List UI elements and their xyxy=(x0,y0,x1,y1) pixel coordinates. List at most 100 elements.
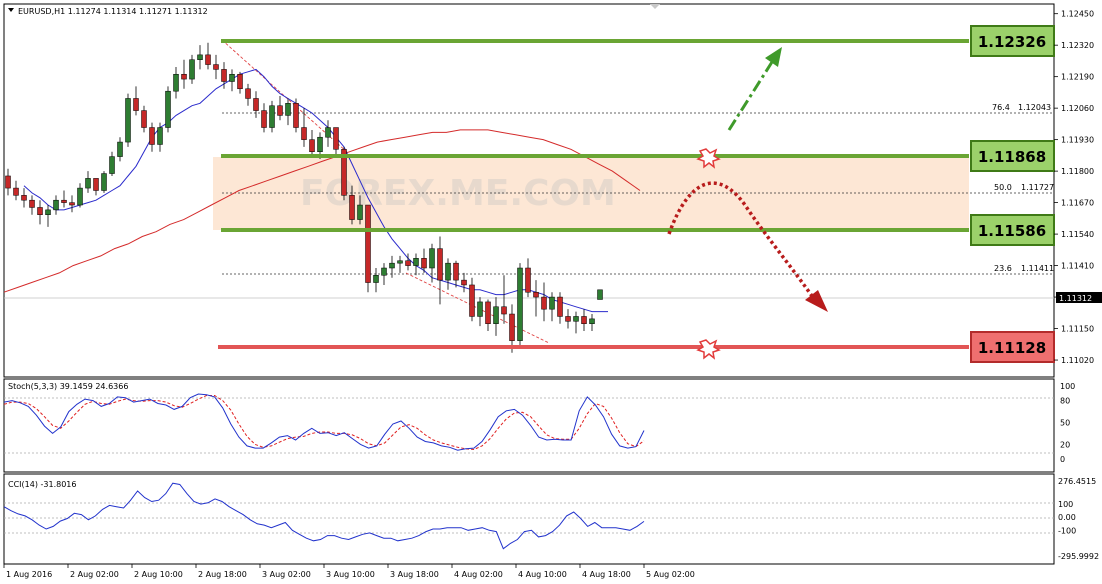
cci-tick-label: 100 xyxy=(1058,500,1073,509)
candle-body xyxy=(213,64,219,70)
price-tick-label: 1.11800 xyxy=(1061,167,1094,176)
time-tick-label: 4 Aug 02:00 xyxy=(454,570,503,579)
fib-76-price: 1.12043 xyxy=(1018,103,1051,112)
cci-tick-label: -295.9992 xyxy=(1058,552,1099,561)
candle-body xyxy=(77,187,83,206)
candle-body xyxy=(285,103,291,116)
candle-body xyxy=(461,279,467,286)
candle-body xyxy=(405,260,411,266)
time-tick-label: 3 Aug 18:00 xyxy=(390,570,439,579)
candle-body xyxy=(349,195,355,220)
candle-body xyxy=(101,173,107,191)
price-tick-label: 1.11930 xyxy=(1061,136,1094,145)
candle-body xyxy=(229,73,235,82)
time-tick-label: 4 Aug 18:00 xyxy=(582,570,631,579)
candle-body xyxy=(541,296,547,310)
price-tick-label: 1.12190 xyxy=(1061,73,1094,82)
candle-body xyxy=(37,207,43,215)
candle-body xyxy=(61,199,67,203)
candle-body xyxy=(133,98,139,111)
candle-body xyxy=(149,127,155,145)
candle-body xyxy=(317,136,323,152)
candle-body xyxy=(205,54,211,65)
price-tick-label: 1.11020 xyxy=(1061,356,1094,365)
stoch-tick-label: 100 xyxy=(1060,382,1075,391)
candle-body xyxy=(253,98,259,111)
candle-body xyxy=(469,284,475,317)
candle-body xyxy=(557,296,563,317)
candle-body xyxy=(381,267,387,276)
candle-body xyxy=(181,73,187,80)
candle-body xyxy=(189,59,195,80)
price-tick-label: 1.12320 xyxy=(1061,41,1094,50)
candle-body xyxy=(21,195,27,201)
candle-body xyxy=(197,54,203,60)
candle-body xyxy=(477,301,483,317)
price-tick-label: 1.11670 xyxy=(1061,199,1094,208)
candle-body xyxy=(509,313,515,341)
candle-body xyxy=(5,175,11,189)
stoch-tick-label: 20 xyxy=(1060,440,1070,449)
candle-body xyxy=(269,105,275,128)
candle-body xyxy=(117,141,123,157)
candle-body xyxy=(261,110,267,128)
candle-body xyxy=(589,318,595,324)
candle-body xyxy=(309,139,315,152)
candle-body xyxy=(421,258,427,269)
candle-body xyxy=(597,289,603,300)
candle-body xyxy=(165,90,171,128)
time-tick-label: 3 Aug 02:00 xyxy=(262,570,311,579)
candle-body xyxy=(437,248,443,281)
fib-23-price: 1.11411 xyxy=(1021,264,1054,273)
candle-body xyxy=(581,316,587,324)
candle-body xyxy=(173,73,179,92)
candle-body xyxy=(501,306,507,315)
candle-body xyxy=(69,202,75,206)
level-1-value: 1.12326 xyxy=(978,33,1046,51)
trading-chart: FOREX.ME.COM 76.4 1.12043 50.0 1.11727 2… xyxy=(3,3,1102,579)
current-price-value: 1.11312 xyxy=(1059,294,1092,303)
main-header: EURUSD,H1 1.11274 1.11314 1.11271 1.1131… xyxy=(18,7,208,16)
candle-body xyxy=(157,127,163,145)
candle-body xyxy=(141,110,147,128)
cci-axis: 276.4515 100 0.00 -100 -295.9992 xyxy=(1058,477,1099,561)
level-3-value: 1.11586 xyxy=(978,222,1046,240)
price-axis: 1.12450 1.12320 1.12190 1.12060 1.11930 1.118… xyxy=(1054,10,1094,365)
candle-body xyxy=(237,73,243,90)
price-tick-label: 1.11150 xyxy=(1061,325,1094,334)
time-tick-label: 3 Aug 10:00 xyxy=(326,570,375,579)
candle-body xyxy=(357,204,363,220)
candle-body xyxy=(573,316,579,322)
candle-body xyxy=(445,262,451,281)
candle-body xyxy=(293,103,299,128)
fib-76-label: 76.4 xyxy=(992,103,1010,112)
candle-body xyxy=(53,199,59,211)
candle-body xyxy=(333,127,339,150)
candle-body xyxy=(493,306,499,324)
time-tick-label: 5 Aug 02:00 xyxy=(646,570,695,579)
candle-body xyxy=(485,301,491,324)
time-tick-label: 2 Aug 02:00 xyxy=(70,570,119,579)
cci-header: CCI(14) -31.8016 xyxy=(8,480,76,489)
candle-body xyxy=(301,127,307,140)
candle-body xyxy=(397,260,403,264)
price-tick-label: 1.12450 xyxy=(1061,10,1094,19)
candle-body xyxy=(517,267,523,341)
candle-body xyxy=(373,275,379,283)
level-2-value: 1.11868 xyxy=(978,148,1046,166)
candle-body xyxy=(429,248,435,269)
watermark: FOREX.ME.COM xyxy=(300,173,616,214)
fib-50-label: 50.0 xyxy=(994,183,1012,192)
price-tick-label: 1.12060 xyxy=(1061,104,1094,113)
stoch-axis: 100 80 50 20 0 xyxy=(1060,382,1075,464)
time-axis: 1 Aug 2016 2 Aug 02:00 2 Aug 10:00 2 Aug 18… xyxy=(3,564,695,579)
cci-tick-label: -100 xyxy=(1058,526,1076,535)
cci-tick-label: 0.00 xyxy=(1058,513,1076,522)
candle-body xyxy=(413,258,419,266)
fib-50-price: 1.11727 xyxy=(1021,183,1054,192)
time-tick-label: 2 Aug 10:00 xyxy=(134,570,183,579)
candle-body xyxy=(549,296,555,310)
time-tick-label: 4 Aug 10:00 xyxy=(518,570,567,579)
candle-body xyxy=(45,209,51,215)
time-tick-label: 1 Aug 2016 xyxy=(6,570,52,579)
